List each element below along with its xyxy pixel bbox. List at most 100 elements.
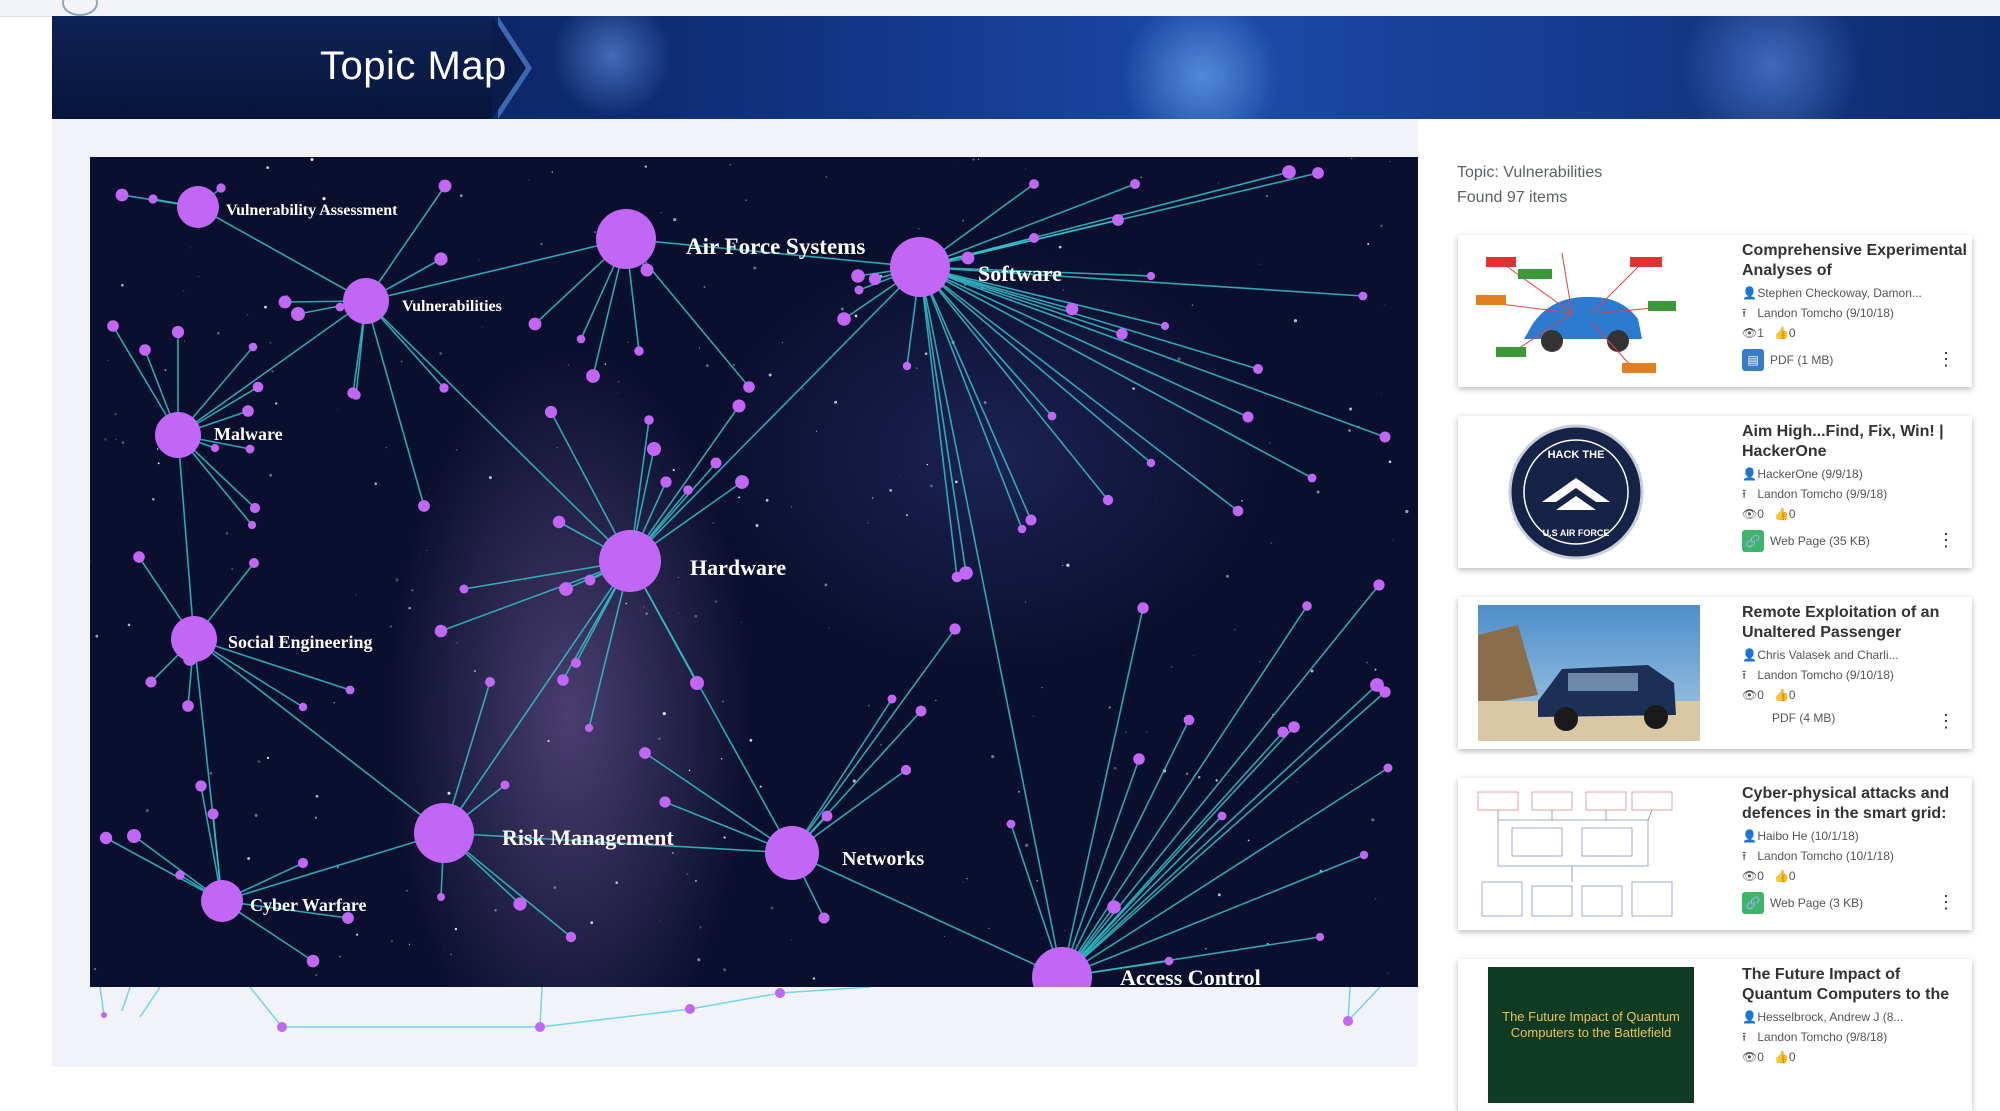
topic-node[interactable] bbox=[414, 803, 474, 863]
subtopic-node[interactable] bbox=[586, 369, 600, 383]
subtopic-node[interactable] bbox=[133, 551, 145, 563]
result-thumbnail[interactable] bbox=[1472, 243, 1680, 379]
result-title[interactable]: Cyber-physical attacks and defences in t… bbox=[1742, 784, 1968, 826]
result-title[interactable]: Comprehensive Experimental Analyses of bbox=[1742, 241, 1968, 283]
subtopic-node[interactable] bbox=[887, 694, 897, 704]
subtopic-node[interactable] bbox=[500, 780, 510, 790]
subtopic-node[interactable] bbox=[1146, 458, 1156, 468]
subtopic-node[interactable] bbox=[1383, 763, 1393, 773]
subtopic-node[interactable] bbox=[735, 475, 749, 489]
result-card[interactable]: Comprehensive Experimental Analyses of 👤… bbox=[1458, 235, 1972, 387]
topic-node[interactable] bbox=[596, 209, 656, 269]
topic-node[interactable] bbox=[155, 412, 201, 458]
subtopic-node[interactable] bbox=[1047, 411, 1057, 421]
topic-node[interactable] bbox=[890, 237, 950, 297]
more-options-button[interactable]: ⋮ bbox=[1937, 531, 1955, 549]
thumbs-up-icon[interactable]: 👍 bbox=[1774, 1050, 1789, 1064]
subtopic-node[interactable] bbox=[216, 183, 226, 193]
topic-label-air-force-systems[interactable]: Air Force Systems bbox=[686, 234, 865, 259]
subtopic-node[interactable] bbox=[851, 269, 865, 283]
subtopic-node[interactable] bbox=[818, 912, 830, 924]
result-type[interactable]: 🔗 Web Page (3 KB) bbox=[1742, 892, 1863, 914]
result-title[interactable]: Remote Exploitation of an Unaltered Pass… bbox=[1742, 603, 1968, 645]
thumbs-up-icon[interactable]: 👍 bbox=[1774, 507, 1789, 521]
result-card[interactable]: Remote Exploitation of an Unaltered Pass… bbox=[1458, 597, 1972, 749]
subtopic-node[interactable] bbox=[1302, 601, 1312, 611]
subtopic-node[interactable] bbox=[1288, 721, 1300, 733]
subtopic-node[interactable] bbox=[298, 702, 308, 712]
more-options-button[interactable]: ⋮ bbox=[1937, 893, 1955, 911]
result-thumbnail[interactable]: HACK THE U.S AIR FORCE bbox=[1472, 424, 1680, 560]
subtopic-node[interactable] bbox=[837, 312, 851, 326]
topic-node[interactable] bbox=[171, 616, 217, 662]
subtopic-node[interactable] bbox=[961, 251, 975, 265]
subtopic-node[interactable] bbox=[347, 387, 359, 399]
subtopic-node[interactable] bbox=[242, 405, 254, 417]
result-card[interactable]: Cyber-physical attacks and defences in t… bbox=[1458, 778, 1972, 930]
subtopic-node[interactable] bbox=[1164, 956, 1174, 966]
topic-node[interactable] bbox=[343, 278, 389, 324]
result-thumbnail[interactable] bbox=[1472, 786, 1680, 922]
subtopic-node[interactable] bbox=[1112, 214, 1124, 226]
topic-node[interactable] bbox=[765, 826, 819, 880]
result-type[interactable]: PDF (4 MB) bbox=[1772, 711, 1835, 725]
topic-map[interactable]: Vulnerability Assessment Air Force Syste… bbox=[90, 157, 1418, 987]
subtopic-node[interactable] bbox=[1312, 167, 1324, 179]
subtopic-node[interactable] bbox=[182, 700, 194, 712]
subtopic-node[interactable] bbox=[171, 325, 185, 339]
result-card[interactable]: The Future Impact of Quantum Computers to… bbox=[1458, 959, 1972, 1111]
subtopic-node[interactable] bbox=[949, 623, 961, 635]
subtopic-node[interactable] bbox=[634, 346, 644, 356]
subtopic-node[interactable] bbox=[1359, 850, 1369, 860]
subtopic-node[interactable] bbox=[902, 361, 912, 371]
subtopic-node[interactable] bbox=[1358, 291, 1368, 301]
result-thumbnail[interactable]: The Future Impact of Quantum Computers to… bbox=[1488, 967, 1694, 1103]
subtopic-node[interactable] bbox=[544, 405, 558, 419]
subtopic-node[interactable] bbox=[1277, 726, 1289, 738]
subtopic-node[interactable] bbox=[291, 307, 305, 321]
subtopic-node[interactable] bbox=[249, 558, 259, 568]
topic-label-networks[interactable]: Networks bbox=[842, 848, 924, 870]
subtopic-node[interactable] bbox=[1160, 321, 1170, 331]
subtopic-node[interactable] bbox=[207, 808, 219, 820]
subtopic-node[interactable] bbox=[1130, 179, 1140, 189]
subtopic-node[interactable] bbox=[278, 295, 292, 309]
subtopic-node[interactable] bbox=[245, 444, 255, 454]
subtopic-node[interactable] bbox=[659, 796, 671, 808]
subtopic-node[interactable] bbox=[743, 381, 755, 393]
topic-node[interactable] bbox=[599, 530, 661, 592]
topic-label-vulnerabilities[interactable]: Vulnerabilities bbox=[402, 298, 502, 315]
result-title[interactable]: Aim High...Find, Fix, Win! | HackerOne bbox=[1742, 422, 1968, 464]
subtopic-node[interactable] bbox=[513, 897, 527, 911]
subtopic-node[interactable] bbox=[959, 566, 973, 580]
subtopic-node[interactable] bbox=[644, 415, 654, 425]
subtopic-node[interactable] bbox=[115, 188, 129, 202]
subtopic-node[interactable] bbox=[1315, 932, 1325, 942]
subtopic-node[interactable] bbox=[559, 582, 573, 596]
topic-node[interactable] bbox=[177, 186, 219, 228]
topic-label-access-control[interactable]: Access Control bbox=[1120, 965, 1261, 987]
subtopic-node[interactable] bbox=[868, 272, 882, 286]
subtopic-node[interactable] bbox=[1025, 514, 1037, 526]
thumbs-up-icon[interactable]: 👍 bbox=[1774, 326, 1789, 340]
subtopic-node[interactable] bbox=[145, 676, 157, 688]
subtopic-node[interactable] bbox=[306, 954, 320, 968]
subtopic-node[interactable] bbox=[434, 624, 448, 638]
topic-label-software[interactable]: Software bbox=[978, 261, 1062, 286]
subtopic-node[interactable] bbox=[99, 831, 113, 845]
subtopic-node[interactable] bbox=[459, 584, 469, 594]
subtopic-node[interactable] bbox=[647, 442, 661, 456]
subtopic-node[interactable] bbox=[1029, 179, 1039, 189]
subtopic-node[interactable] bbox=[438, 179, 452, 193]
subtopic-node[interactable] bbox=[528, 317, 542, 331]
subtopic-node[interactable] bbox=[249, 502, 261, 514]
subtopic-node[interactable] bbox=[900, 764, 912, 776]
result-type[interactable]: 🔗 Web Page (35 KB) bbox=[1742, 530, 1870, 552]
topic-label-malware[interactable]: Malware bbox=[214, 424, 283, 444]
topic-label-hardware[interactable]: Hardware bbox=[690, 555, 786, 580]
subtopic-node[interactable] bbox=[1379, 431, 1391, 443]
result-thumbnail[interactable] bbox=[1478, 605, 1700, 741]
subtopic-node[interactable] bbox=[557, 674, 569, 686]
subtopic-node[interactable] bbox=[1029, 233, 1039, 243]
topic-label-risk-management[interactable]: Risk Management bbox=[502, 825, 674, 850]
